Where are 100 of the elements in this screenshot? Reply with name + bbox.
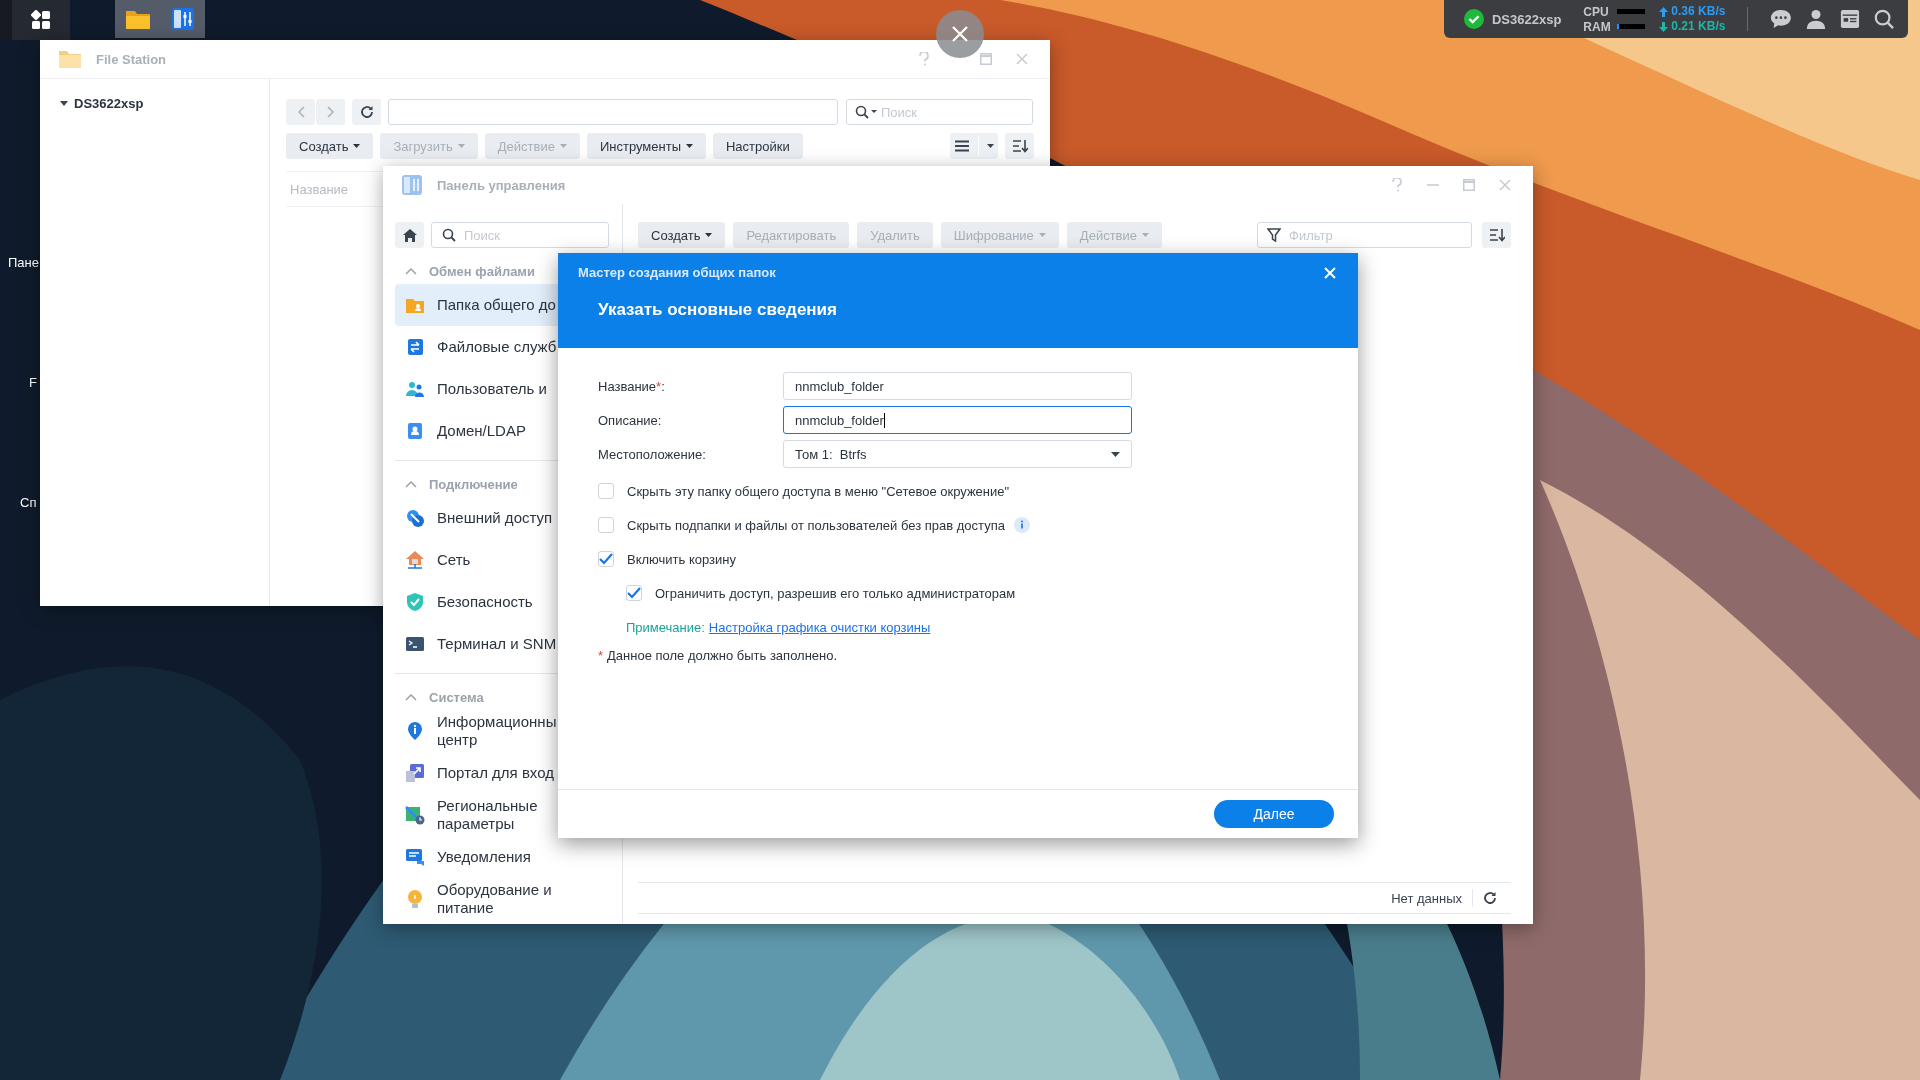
chevron-icon — [405, 693, 417, 701]
chevron-icon — [405, 267, 417, 275]
search-icon — [855, 105, 877, 119]
sidebar-item[interactable]: Оборудование и питание — [395, 878, 622, 920]
input-field[interactable]: nnmclub_folder — [783, 372, 1132, 400]
chat-icon[interactable] — [1770, 8, 1793, 30]
desktop-icon-label[interactable]: Пане — [8, 255, 39, 271]
caret-icon — [987, 144, 994, 148]
placeholder: Поиск — [464, 227, 501, 243]
caret-icon — [1142, 233, 1149, 237]
terminal-icon — [405, 634, 425, 654]
main-menu-button[interactable] — [0, 0, 70, 40]
caret-icon — [686, 144, 693, 148]
checkbox-label: Ограничить доступ, разрешив его только администраторам — [655, 585, 1016, 601]
caret-icon — [559, 144, 567, 148]
desktop-icon-label[interactable]: Сп — [20, 495, 37, 511]
chevron-right-icon — [326, 106, 335, 118]
toolbar-button[interactable]: Инструменты — [586, 133, 706, 159]
caret-icon — [353, 144, 361, 148]
refresh-icon — [359, 105, 374, 119]
arrow-square-icon — [405, 763, 425, 783]
sort-icon — [1011, 139, 1028, 153]
dropdown[interactable]: Том 1: Btrfs — [783, 440, 1132, 468]
checkbox[interactable] — [598, 483, 614, 499]
folder-app-button[interactable] — [115, 0, 160, 38]
search-icon — [442, 228, 456, 242]
meter-label: RAM — [1583, 19, 1612, 34]
section-label: Подключение — [429, 476, 518, 492]
caret-icon — [457, 144, 465, 148]
checkmark-icon — [599, 553, 613, 565]
link[interactable]: Настройка графика очистки корзины — [708, 619, 931, 635]
chevron-left-icon — [296, 106, 305, 118]
close-icon[interactable] — [936, 10, 984, 58]
download-rate: 0.21 KB/s — [1671, 19, 1726, 34]
folder-icon — [58, 49, 82, 69]
sidebar-item[interactable]: Уведомления — [395, 836, 622, 878]
placeholder: Фильтр — [1289, 227, 1333, 243]
search-icon[interactable] — [1874, 8, 1894, 30]
toolbar-button[interactable]: Создать — [638, 222, 726, 248]
bulb-icon — [405, 889, 425, 909]
sort-button[interactable] — [1482, 222, 1511, 248]
path-field[interactable] — [388, 99, 838, 125]
filter-icon — [1267, 228, 1281, 242]
control-panel-icon — [170, 7, 195, 31]
refresh-button[interactable] — [352, 99, 381, 125]
tree-item[interactable]: DS3622xsp — [60, 95, 144, 111]
placeholder: Поиск — [881, 104, 918, 120]
arrows-icon — [405, 337, 425, 357]
checkbox-label: Скрыть подпапки и файлы от пользователей без прав доступа — [627, 517, 1005, 533]
info-icon — [405, 721, 425, 741]
sort-icon — [1488, 228, 1505, 242]
status-text: Нет данных — [1391, 890, 1462, 906]
section-label: Система — [429, 689, 484, 705]
chevron-icon — [405, 480, 417, 488]
upload-rate: 0.36 KB/s — [1671, 4, 1726, 19]
map-clock-icon — [405, 805, 425, 825]
sort-button[interactable] — [1005, 133, 1034, 159]
field-label: Описание: — [598, 412, 663, 428]
dialog-title: Мастер создания общих папок — [578, 265, 776, 280]
checkbox[interactable] — [626, 585, 642, 601]
next-button[interactable]: Далее — [1214, 800, 1334, 828]
window-title: Панель управления — [437, 177, 566, 193]
checkmark-icon — [627, 587, 641, 599]
download-arrow-icon — [1659, 21, 1669, 32]
field-label: Название*: — [598, 378, 666, 394]
toolbar-button[interactable]: Создать — [286, 133, 374, 159]
control-panel-app-button[interactable] — [160, 0, 205, 38]
shield-icon — [405, 592, 425, 612]
link-icon — [405, 508, 425, 528]
grid-icon — [31, 10, 51, 30]
house-icon — [405, 550, 425, 570]
user-icon[interactable] — [1806, 8, 1827, 30]
users-icon — [405, 379, 425, 399]
checkbox-label: Включить корзину — [627, 551, 736, 567]
server-name: DS3622xsp — [1491, 11, 1562, 27]
refresh-icon[interactable] — [1483, 891, 1497, 905]
checkbox-label: Скрыть эту папку общего доступа в меню "Сетевое окружение" — [627, 483, 1010, 499]
checkbox[interactable] — [598, 551, 614, 567]
input-field[interactable]: nnmclub_folder — [783, 406, 1132, 434]
toolbar-button[interactable]: Настройки — [713, 133, 803, 159]
control-panel-icon — [401, 174, 423, 196]
list-icon — [954, 140, 970, 152]
caret-icon — [1038, 233, 1046, 237]
checkbox[interactable] — [598, 517, 614, 533]
info-icon[interactable] — [1013, 517, 1030, 533]
field-label: Местоположение: — [598, 446, 707, 462]
caret-icon — [60, 99, 68, 107]
home-icon — [402, 228, 417, 242]
note-text: Примечание: Настройка графика очистки корзины — [625, 618, 932, 637]
status-icon[interactable] — [1464, 8, 1484, 30]
desktop-icon-label[interactable]: F — [29, 375, 37, 391]
view-menu-button[interactable] — [950, 133, 998, 159]
widgets-icon[interactable] — [1840, 8, 1860, 30]
tree-label: DS3622xsp — [74, 95, 144, 111]
required-note: * Данное поле должно быть заполнено. — [598, 646, 839, 665]
upload-arrow-icon — [1659, 6, 1669, 17]
section-label: Обмен файлами — [429, 263, 535, 279]
caret-icon — [1111, 451, 1120, 457]
caret-icon — [705, 233, 713, 237]
home-button[interactable] — [395, 222, 424, 248]
